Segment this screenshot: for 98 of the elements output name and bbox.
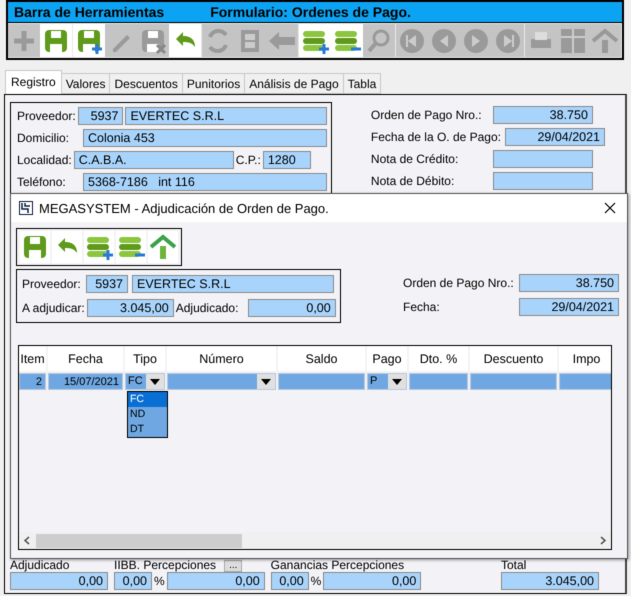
total-label: Ganancias Percepciones bbox=[270, 559, 404, 572]
input-field[interactable]: EVERTEC S.R.L bbox=[132, 275, 334, 293]
field-label: Orden de Pago Nro.: bbox=[370, 108, 483, 122]
total-label: IIBB. Percepciones bbox=[114, 559, 216, 572]
input-field[interactable]: 5937 bbox=[78, 107, 124, 125]
home-icon bbox=[591, 26, 620, 54]
dropdown-button[interactable] bbox=[257, 374, 275, 389]
last-icon bbox=[494, 26, 522, 54]
toolbar-button[interactable] bbox=[40, 24, 72, 57]
input-field[interactable]: EVERTEC S.R.L bbox=[125, 107, 327, 125]
form-title: Formulario: Ordenes de Pago. bbox=[210, 4, 411, 20]
save-icon bbox=[21, 233, 49, 261]
field-label: Teléfono: bbox=[17, 175, 67, 189]
app-logo-icon bbox=[19, 201, 33, 215]
input-field[interactable]: 5368-7186 int 116 bbox=[83, 173, 327, 191]
toolbar-button[interactable] bbox=[330, 24, 363, 57]
tab[interactable]: Registro bbox=[5, 70, 62, 94]
column-header: Fecha bbox=[48, 346, 123, 371]
tab[interactable]: Análisis de Pago bbox=[244, 73, 344, 94]
toolbar-button[interactable] bbox=[72, 24, 105, 57]
toolbar-button[interactable] bbox=[298, 24, 331, 57]
input-field[interactable]: 38.750 bbox=[492, 106, 593, 124]
table-cell bbox=[409, 373, 468, 390]
input-field[interactable]: 0,00 bbox=[10, 572, 108, 590]
toolbar-button[interactable] bbox=[20, 231, 50, 263]
table-cell bbox=[559, 373, 611, 390]
tab[interactable]: Descuentos bbox=[109, 73, 183, 94]
caret-icon bbox=[261, 378, 271, 384]
table-cell: 15/07/2021 bbox=[48, 373, 123, 390]
input-field[interactable]: 0,00 bbox=[270, 572, 309, 590]
input-field[interactable]: 29/04/2021 bbox=[505, 128, 605, 146]
field-label: Domicilio: bbox=[17, 131, 70, 145]
input-field[interactable]: 0,00 bbox=[166, 572, 265, 590]
percent-sign: % bbox=[154, 574, 165, 588]
list-option[interactable]: FC bbox=[128, 392, 167, 407]
home-icon bbox=[149, 233, 177, 261]
total-label: Total bbox=[501, 559, 526, 572]
horizontal-scrollbar[interactable] bbox=[19, 532, 611, 549]
more-button[interactable]: ... bbox=[224, 560, 242, 572]
table-cell: 2 bbox=[19, 373, 46, 390]
input-field[interactable] bbox=[492, 172, 593, 190]
toolbar-title: Barra de Herramientas bbox=[14, 4, 164, 20]
input-field[interactable]: Colonia 453 bbox=[83, 129, 327, 147]
toolbar-button[interactable] bbox=[169, 24, 202, 57]
column-header: Tipo bbox=[125, 346, 165, 371]
column-header: Pago bbox=[367, 346, 407, 371]
next-icon bbox=[462, 26, 490, 54]
tab[interactable]: Tabla bbox=[342, 73, 382, 94]
input-field[interactable]: 3.045,00 bbox=[86, 299, 174, 317]
scroll-left-icon bbox=[23, 536, 32, 545]
column-header: Impo bbox=[559, 346, 611, 371]
field-label: Adjudicado: bbox=[176, 301, 240, 315]
dropdown-cell[interactable]: FC bbox=[125, 373, 165, 390]
percent-sign: % bbox=[310, 574, 322, 588]
field-label: Nota de Débito: bbox=[370, 174, 456, 188]
field-label: Proveedor: bbox=[17, 109, 76, 123]
toolbar-button[interactable] bbox=[52, 231, 82, 263]
field-label: Fecha de la O. de Pago: bbox=[370, 130, 501, 144]
total-label: Adjudicado bbox=[10, 559, 70, 572]
caret-icon bbox=[150, 378, 160, 384]
toolbar-button[interactable] bbox=[116, 231, 146, 263]
column-header: Número bbox=[167, 346, 276, 371]
previous-icon bbox=[430, 26, 458, 54]
input-field[interactable]: 0,00 bbox=[114, 572, 152, 590]
field-label: C.P.: bbox=[236, 153, 261, 167]
dropdown-button[interactable] bbox=[388, 374, 406, 389]
input-field[interactable]: 3.045,00 bbox=[501, 572, 599, 590]
input-field[interactable]: 29/04/2021 bbox=[519, 298, 619, 316]
column-header: Dto. % bbox=[409, 346, 468, 371]
input-field[interactable]: 38.750 bbox=[519, 274, 619, 292]
column-header: Descuento bbox=[470, 346, 557, 371]
close-icon bbox=[604, 202, 616, 214]
dropdown-cell[interactable] bbox=[167, 373, 276, 390]
column-header: Saldo bbox=[278, 346, 365, 371]
scroll-thumb[interactable] bbox=[36, 534, 242, 548]
input-field[interactable]: 1280 bbox=[262, 151, 311, 169]
input-field[interactable]: C.A.B.A. bbox=[74, 151, 234, 169]
column-header: Item bbox=[19, 346, 46, 371]
scroll-right-icon bbox=[598, 536, 607, 545]
field-label: Nota de Crédito: bbox=[370, 152, 460, 166]
field-label: Orden de Pago Nro.: bbox=[403, 276, 515, 290]
tab[interactable]: Valores bbox=[60, 73, 110, 94]
field-label: A adjudicar: bbox=[22, 301, 85, 315]
tab[interactable]: Punitorios bbox=[182, 73, 246, 94]
caret-icon bbox=[392, 378, 402, 384]
first-icon bbox=[398, 26, 426, 54]
field-label: Fecha: bbox=[403, 300, 441, 314]
dropdown-cell[interactable]: P bbox=[367, 373, 407, 390]
toolbar-button[interactable] bbox=[84, 231, 114, 263]
field-label: Proveedor: bbox=[22, 277, 82, 291]
field-label: Localidad: bbox=[17, 153, 72, 167]
dropdown-button[interactable] bbox=[146, 374, 164, 389]
input-field[interactable]: 0,00 bbox=[323, 572, 422, 590]
input-field[interactable]: 5937 bbox=[86, 275, 128, 293]
input-field[interactable] bbox=[492, 150, 593, 168]
toolbar-button[interactable] bbox=[148, 231, 178, 263]
dialog-title: MEGASYSTEM - Adjudicación de Orden de Pago. bbox=[39, 200, 330, 216]
input-field[interactable]: 0,00 bbox=[248, 299, 336, 317]
